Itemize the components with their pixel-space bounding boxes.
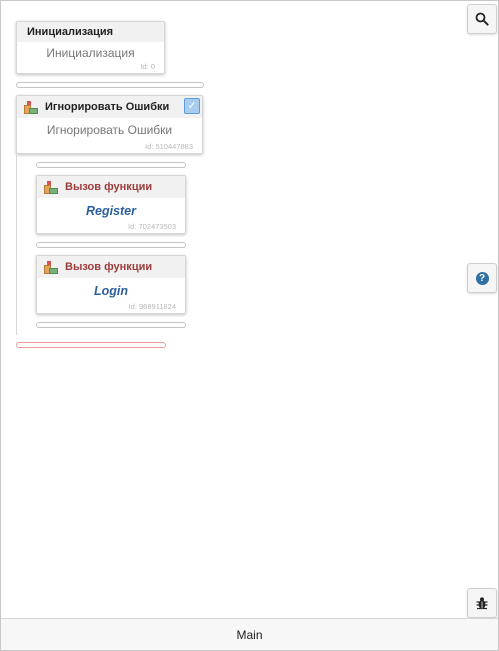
block-init-title: Инициализация: [17, 22, 164, 42]
error-drop-slot[interactable]: [16, 342, 166, 348]
help-button[interactable]: ?: [467, 263, 497, 293]
search-button[interactable]: [467, 4, 497, 34]
block-init-body: Инициализация: [46, 46, 135, 60]
drop-slot[interactable]: [36, 162, 186, 168]
checkmark-icon: ✓: [187, 100, 197, 112]
enabled-checkbox[interactable]: ✓: [184, 98, 200, 114]
block-function-call-body: Register: [85, 204, 137, 218]
drop-slot[interactable]: [16, 82, 204, 88]
workflow-canvas[interactable]: Инициализация Инициализация Id: 0 Игнори…: [1, 1, 498, 618]
nesting-line: [16, 154, 17, 335]
block-ignore-errors-id: Id: 510447883: [145, 142, 193, 151]
debug-button[interactable]: [467, 588, 497, 618]
block-type-icon: [43, 260, 59, 275]
search-icon: [475, 12, 489, 26]
block-function-call-id: Id: 968911824: [128, 302, 176, 311]
block-init-id: Id: 0: [140, 62, 155, 71]
help-icon: ?: [475, 271, 489, 285]
footer-label: Main: [236, 627, 263, 642]
block-ignore-errors-body: Игнорировать Ошибки: [46, 123, 173, 137]
block-type-icon: [23, 100, 39, 115]
block-type-icon: [43, 180, 59, 195]
block-function-call-title: Вызов функции: [65, 261, 153, 273]
bug-icon: [476, 597, 488, 610]
block-function-call-id: Id: 702473503: [128, 222, 176, 231]
block-function-call-title: Вызов функции: [65, 181, 153, 193]
footer-tab-main[interactable]: Main: [1, 618, 498, 650]
drop-slot[interactable]: [36, 322, 186, 328]
block-function-call-body: Login: [93, 284, 128, 298]
block-function-call[interactable]: Вызов функции Register Id: 702473503: [36, 175, 186, 234]
block-init[interactable]: Инициализация Инициализация Id: 0: [16, 21, 165, 74]
drop-slot[interactable]: [36, 242, 186, 248]
block-ignore-errors[interactable]: Игнорировать Ошибки ✓ Игнорировать Ошибк…: [16, 95, 203, 154]
block-ignore-errors-title: Игнорировать Ошибки: [45, 101, 170, 113]
block-function-call[interactable]: Вызов функции Login Id: 968911824: [36, 255, 186, 314]
